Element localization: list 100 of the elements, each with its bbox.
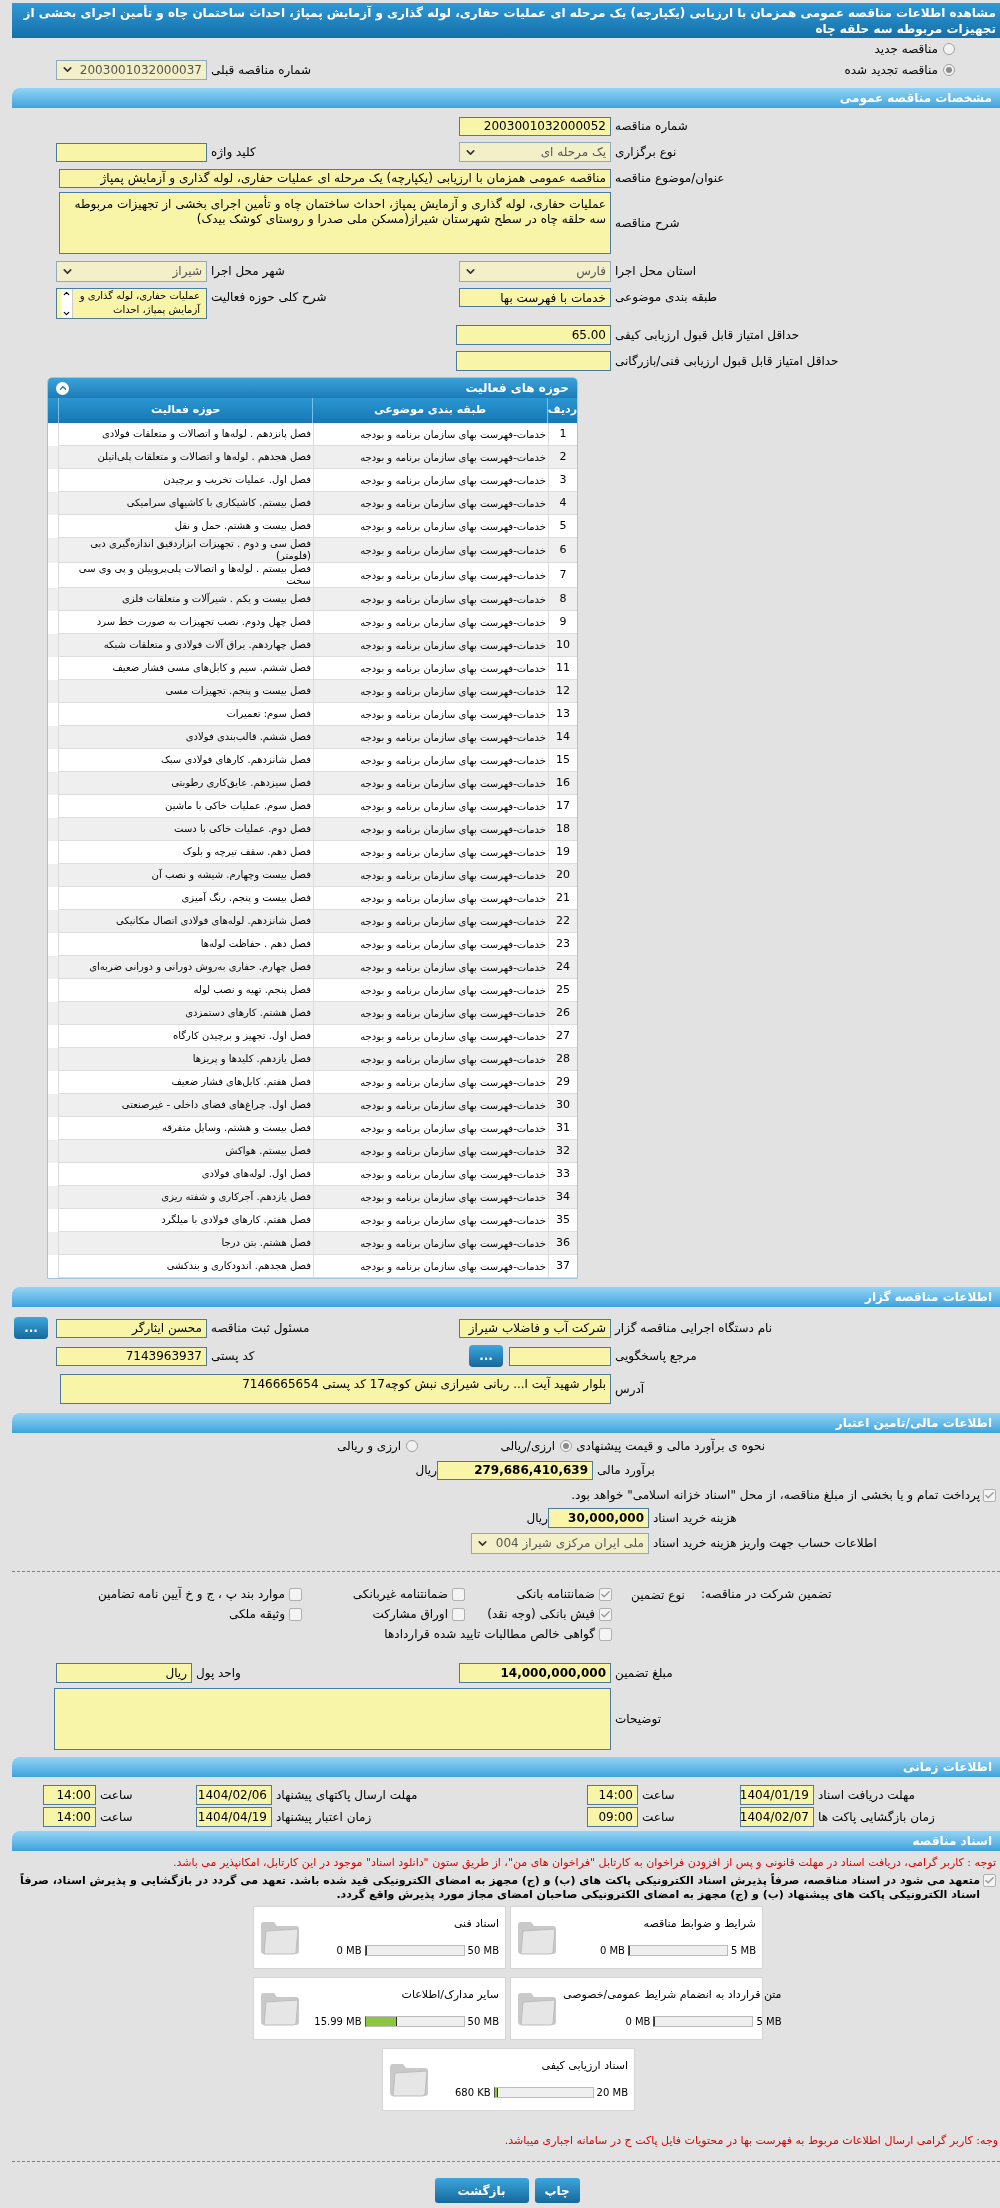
notice-text: توجه : کاربر گرامی، دریافت اسناد در مهلت قانونی و پس از افزودن فراخوان به کارتابل "فراخوان های من"، از طریق ستون "دانلود اسناد" موجود در این کارتابل، امکانپذیر می باشد. <box>172 1855 996 1871</box>
section-title: اسناد مناقصه <box>912 1833 992 1850</box>
field-label: نحوه ی برآورد مالی و قیمت پیشنهادی <box>576 1437 766 1455</box>
time-field[interactable]: 09:00 <box>587 1807 638 1827</box>
city-select[interactable]: شیراز <box>56 260 207 282</box>
date-field[interactable]: 1404/02/07 <box>740 1807 814 1827</box>
table-cell: 37 <box>548 1255 577 1278</box>
field-label: شرح مناقصه <box>615 215 680 232</box>
file-size: 680 KB <box>454 2085 491 2100</box>
text-field[interactable]: 279,686,410,639 <box>437 1460 593 1480</box>
date-field[interactable]: 1404/02/06 <box>196 1785 272 1805</box>
score-field[interactable]: 65.00 <box>456 325 611 345</box>
description-field[interactable]: عملیات حفاری، لوله گذاری و آزمایش پمپاژ، احداث ساختمان چاه و تأمین اجرای بخشی از تجهیزات مربوطه سه حلقه چاه در سطح شهرستان شیراز(مسکن ملی صدرا و روستای کوشک بیدک) <box>59 192 611 254</box>
field-label: کلید واژه <box>211 144 256 161</box>
text-field[interactable]: ریال <box>56 1663 192 1683</box>
address-field[interactable]: بلوار شهید آیت ا... ربانی شیرازی نبش کوچه17 کد پستی 7146665654 <box>60 1374 611 1404</box>
field-label: نوع برگزاری <box>615 144 677 161</box>
text-field[interactable]: 14,000,000,000 <box>459 1663 611 1683</box>
collapse-icon[interactable] <box>56 381 69 395</box>
notes-field[interactable] <box>54 1688 611 1750</box>
text-field[interactable]: محسن ایثارگر <box>56 1318 207 1338</box>
activity-listbox[interactable]: عملیات حفاری، لوله گذاری و آزمایش پمپاژ، احداث <box>56 288 207 319</box>
field-label: ساعت <box>642 1787 675 1804</box>
section-title: اطلاعات زمانی <box>903 1759 992 1776</box>
field-label: پرداخت تمام و یا بخشی از مبلغ مناقصه، از محل "اسناد خزانه اسلامی" خواهد بود. <box>571 1487 980 1504</box>
time-field[interactable]: 14:00 <box>43 1785 96 1805</box>
time-field[interactable]: 14:00 <box>43 1807 96 1827</box>
account-select[interactable]: ملی ایران مرکزی شیراز 004 <box>471 1532 649 1554</box>
print-button[interactable]: چاپ <box>534 2178 580 2203</box>
checkbox[interactable] <box>289 1607 302 1621</box>
file-size: 15.99 MB <box>314 2014 362 2029</box>
date-field[interactable]: 1404/04/19 <box>196 1807 272 1827</box>
radio-button[interactable] <box>406 1440 419 1452</box>
subject-field[interactable]: مناقصه عمومی همزمان با ارزیابی (یکپارچه) یک مرحله ای عملیات حفاری، لوله گذاری و آزمایش پمپاژ <box>59 168 611 188</box>
text-field[interactable]: 2003001032000052 <box>459 116 611 136</box>
field-label: ساعت <box>100 1787 133 1804</box>
browse-button[interactable]: ... <box>469 1345 503 1367</box>
field-label: زمان اعتبار پیشنهاد <box>276 1809 372 1826</box>
field-label: اوراق مشارکت <box>372 1606 448 1623</box>
file-size: 0 MB <box>336 1943 362 1958</box>
reference-field[interactable] <box>509 1346 611 1366</box>
field-label: وثیقه ملکی <box>228 1606 285 1623</box>
radio-button[interactable] <box>943 63 955 76</box>
field-label: شهر محل اجرا <box>211 263 285 280</box>
field-label: مهلت دریافت اسناد <box>818 1787 915 1804</box>
text-field[interactable]: 7143963937 <box>56 1346 207 1366</box>
checkbox[interactable] <box>983 1873 996 1887</box>
field-label: ساعت <box>642 1809 675 1826</box>
section-title: اطلاعات مناقصه گزار <box>865 1289 992 1306</box>
time-field[interactable]: 14:00 <box>587 1785 638 1805</box>
date-field[interactable]: 1404/01/19 <box>740 1785 814 1805</box>
file-size-limit: 50 MB <box>467 1943 499 1958</box>
back-button[interactable]: بازگشت <box>434 2178 529 2203</box>
page-title: مشاهده اطلاعات مناقصه عمومی همزمان با ارزیابی (یکپارچه) یک مرحله ای عملیات حفاری، لوله گذاری و آزمایش پمپاژ، احداث ساختمان چاه و تأمین اجرای بخشی از تجهیزات مربوطه سه حلقه چاه <box>22 4 997 37</box>
checkbox[interactable] <box>599 1587 612 1601</box>
keyword-field[interactable] <box>56 142 207 162</box>
radio-button[interactable] <box>943 42 955 55</box>
field-label: ارزی/ریالی <box>500 1438 556 1455</box>
field-label: عنوان/موضوع مناقصه <box>615 170 725 187</box>
classification-field[interactable]: خدمات با فهرست بها <box>459 288 611 307</box>
panel-title: حوزه های فعالیت <box>465 380 569 397</box>
file-size-limit: 5 MB <box>730 1943 756 1958</box>
scroll-down-icon[interactable] <box>62 309 71 318</box>
file-size-limit: 20 MB <box>596 2085 628 2100</box>
field-label: مهلت ارسال پاکتهای پیشنهاد <box>276 1787 418 1804</box>
field-label: تضمین شرکت در مناقصه: <box>701 1586 832 1603</box>
province-select[interactable]: فارس <box>459 260 611 282</box>
checkbox[interactable] <box>452 1587 465 1601</box>
checkbox[interactable] <box>983 1488 996 1502</box>
file-size: 0 MB <box>599 1943 625 1958</box>
field-label: نام دستگاه اجرایی مناقصه گزار <box>615 1320 773 1337</box>
browse-button[interactable]: ... <box>14 1317 48 1339</box>
text-field[interactable]: شرکت آب و فاضلاب شیراز <box>459 1318 611 1338</box>
field-label: برآورد مالی <box>597 1461 655 1479</box>
field-label: ریال <box>526 1510 548 1527</box>
field-label: طبقه بندی موضوعی <box>615 289 718 306</box>
file-title: اسناد فنی <box>453 1916 499 1933</box>
file-title: سایر مدارک/اطلاعات <box>401 1987 499 2004</box>
field-label: گواهی خالص مطالبات تایید شده قراردادها <box>384 1626 595 1643</box>
text-field[interactable]: 30,000,000 <box>548 1508 649 1528</box>
radio-button[interactable] <box>560 1440 573 1452</box>
checkbox[interactable] <box>599 1607 612 1621</box>
field-label: شماره مناقصه <box>615 118 688 135</box>
field-label: شرح کلی حوزه فعالیت <box>211 289 327 306</box>
score-field[interactable] <box>456 351 611 371</box>
field-label: مناقصه جدید <box>874 40 938 58</box>
checkbox[interactable] <box>289 1587 302 1601</box>
checkbox[interactable] <box>599 1627 612 1641</box>
holding-type-select[interactable]: یک مرحله ای <box>459 142 611 162</box>
field-label: حداقل امتیاز قابل قبول ارزیابی کیفی <box>615 327 800 344</box>
field-label: شماره مناقصه قبلی <box>211 61 311 79</box>
previous-tender-select[interactable]: 2003001032000037 <box>56 59 207 80</box>
field-label: واحد پول <box>196 1665 241 1682</box>
field-label: مناقصه تجدید شده <box>844 61 938 79</box>
field-label: مسئول ثبت مناقصه <box>211 1320 310 1337</box>
field-label: فیش بانکی (وجه نقد) <box>487 1606 595 1623</box>
checkbox[interactable] <box>452 1607 465 1621</box>
scroll-up-icon[interactable] <box>62 289 71 298</box>
field-label: ساعت <box>100 1809 133 1826</box>
field-label: ضمانتنامه غیربانکی <box>352 1586 448 1603</box>
